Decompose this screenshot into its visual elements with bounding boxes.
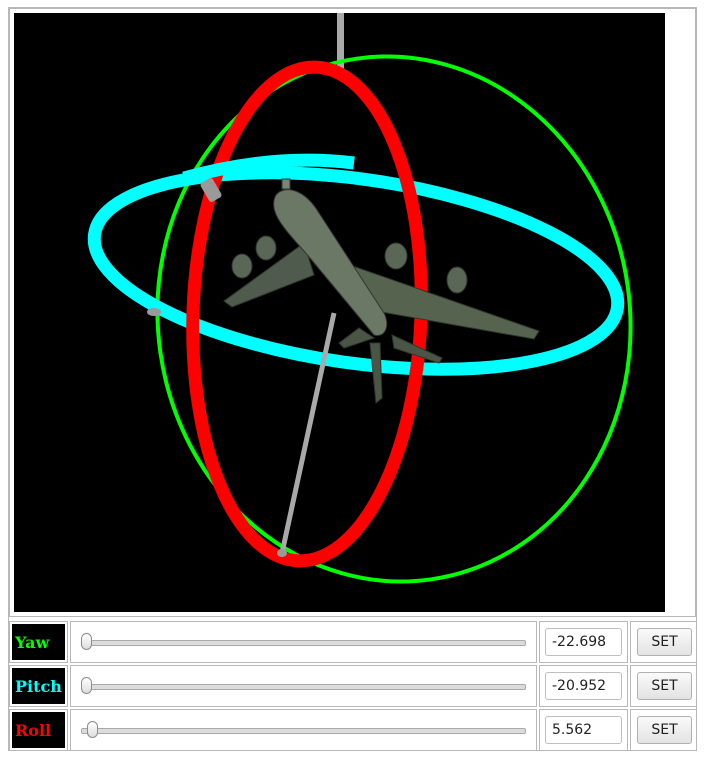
yaw-value-cell bbox=[539, 621, 628, 663]
yaw-slider-track[interactable] bbox=[81, 640, 526, 646]
yaw-set-cell: SET bbox=[630, 621, 697, 663]
pitch-set-cell: SET bbox=[630, 665, 697, 707]
yaw-slider[interactable] bbox=[70, 621, 537, 663]
yaw-value-input[interactable] bbox=[545, 628, 622, 656]
pitch-slider[interactable] bbox=[70, 665, 537, 707]
pitch-joint-right bbox=[147, 308, 161, 316]
pitch-value-input[interactable] bbox=[545, 672, 622, 700]
pitch-label-cell: Pitch bbox=[9, 665, 68, 707]
roll-set-button[interactable]: SET bbox=[637, 716, 692, 744]
yaw-label: Yaw bbox=[12, 624, 65, 660]
roll-slider-thumb[interactable] bbox=[87, 721, 98, 738]
roll-slider-track[interactable] bbox=[81, 728, 526, 734]
pitch-value-cell bbox=[539, 665, 628, 707]
yaw-ring[interactable] bbox=[124, 26, 665, 612]
roll-value-input[interactable] bbox=[545, 716, 622, 744]
pitch-slider-thumb[interactable] bbox=[81, 677, 92, 694]
yaw-label-cell: Yaw bbox=[9, 621, 68, 663]
pitch-slider-track[interactable] bbox=[81, 684, 526, 690]
roll-joint-bottom bbox=[277, 549, 287, 557]
roll-label: Roll bbox=[12, 712, 65, 748]
roll-label-cell: Roll bbox=[9, 709, 68, 751]
gimbal-scene[interactable] bbox=[14, 13, 665, 612]
yaw-slider-thumb[interactable] bbox=[81, 633, 92, 650]
roll-value-cell bbox=[539, 709, 628, 751]
pitch-label: Pitch bbox=[12, 668, 65, 704]
roll-slider[interactable] bbox=[70, 709, 537, 751]
3d-viewport[interactable] bbox=[14, 13, 665, 612]
pitch-set-button[interactable]: SET bbox=[637, 672, 692, 700]
roll-set-cell: SET bbox=[630, 709, 697, 751]
yaw-set-button[interactable]: SET bbox=[637, 628, 692, 656]
